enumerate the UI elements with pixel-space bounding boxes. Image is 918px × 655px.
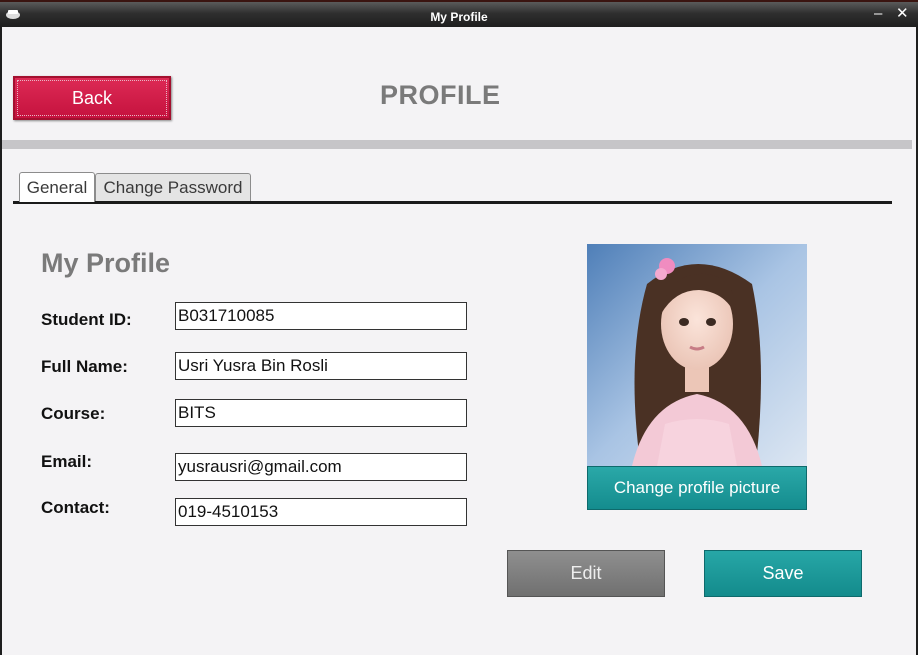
window-title: My Profile [430,10,488,24]
page-title: PROFILE [380,80,501,110]
back-button[interactable]: Back [13,76,171,120]
save-button[interactable]: Save [704,550,862,597]
email-field[interactable] [175,453,467,481]
contact-field[interactable] [175,498,467,526]
title-bar: My Profile – ✕ [0,0,918,27]
edit-button[interactable]: Edit [507,550,665,597]
course-field[interactable] [175,399,467,427]
tab-general[interactable]: General [19,172,95,202]
window-frame-left [0,27,2,655]
student-id-field[interactable] [175,302,467,330]
full-name-field[interactable] [175,352,467,380]
minimize-icon[interactable]: – [874,6,882,22]
change-profile-picture-button[interactable]: Change profile picture [587,466,807,510]
section-title: My Profile [41,248,171,278]
profile-picture [587,244,807,466]
full-name-label: Full Name: [41,357,128,376]
tab-strip-underline [13,201,892,204]
email-label: Email: [41,452,93,471]
tab-change-password[interactable]: Change Password [95,173,251,201]
close-icon[interactable]: ✕ [896,6,909,22]
student-id-label: Student ID: [41,310,132,329]
header-divider [2,140,912,149]
course-label: Course: [41,404,106,423]
contact-label: Contact: [41,498,110,517]
